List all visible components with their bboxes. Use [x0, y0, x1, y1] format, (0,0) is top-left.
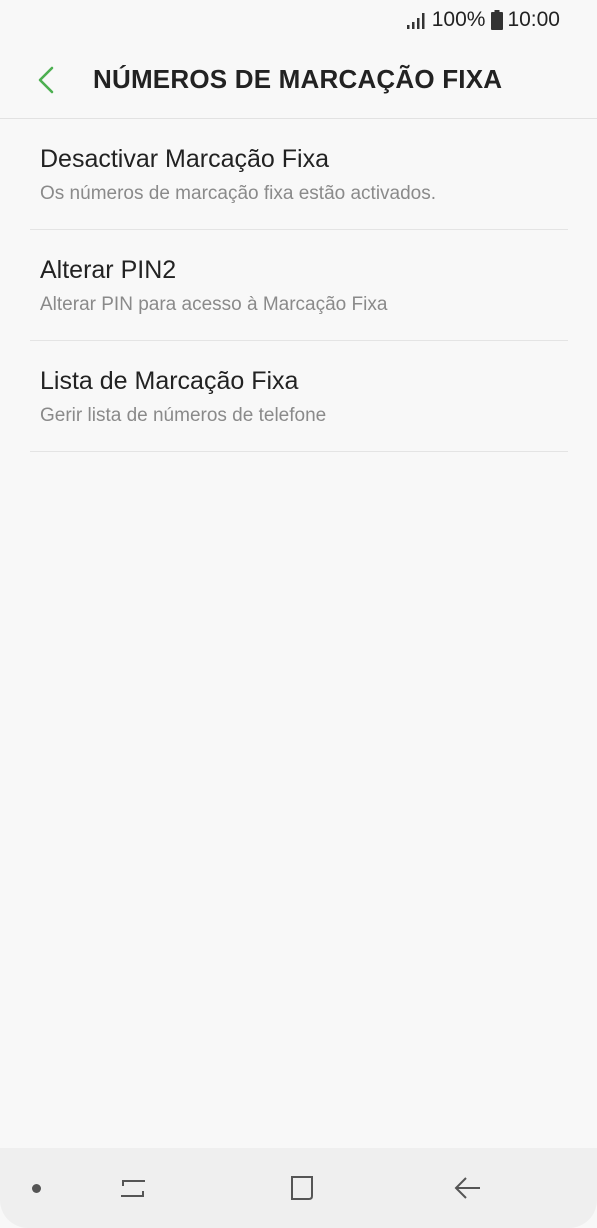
item-subtitle: Gerir lista de números de telefone	[40, 405, 327, 426]
screen: 100% 10:00 NÚMEROS DE MARCAÇÃO FIXA Desa…	[0, 0, 597, 1228]
status-bar: 100% 10:00	[0, 0, 597, 40]
status-indicators: 100% 10:00	[406, 7, 560, 33]
battery-icon	[491, 10, 504, 30]
item-title: Desactivar Marcação Fixa	[40, 145, 329, 173]
page-title: NÚMEROS DE MARCAÇÃO FIXA	[93, 64, 503, 94]
recents-icon	[121, 1180, 145, 1197]
list-item-fdn-list[interactable]: Lista de Marcação Fixa Gerir lista de nú…	[30, 341, 568, 452]
item-title: Lista de Marcação Fixa	[40, 367, 299, 395]
battery-percent: 100%	[431, 8, 486, 31]
nav-back-button[interactable]	[448, 1170, 488, 1206]
app-header: NÚMEROS DE MARCAÇÃO FIXA	[0, 40, 597, 119]
back-button[interactable]	[28, 60, 64, 100]
home-button[interactable]	[282, 1170, 322, 1206]
item-subtitle: Alterar PIN para acesso à Marcação Fixa	[40, 294, 388, 315]
signal-icon	[406, 13, 425, 29]
home-icon	[291, 1176, 313, 1200]
chevron-left-icon	[38, 66, 54, 94]
settings-list: Desactivar Marcação Fixa Os números de m…	[30, 119, 568, 452]
recents-button[interactable]	[113, 1170, 153, 1206]
list-item-change-pin2[interactable]: Alterar PIN2 Alterar PIN para acesso à M…	[30, 230, 568, 341]
clock: 10:00	[507, 8, 560, 31]
nav-dot-icon[interactable]	[32, 1184, 41, 1193]
navigation-bar	[0, 1148, 597, 1228]
list-item-disable-fdn[interactable]: Desactivar Marcação Fixa Os números de m…	[30, 119, 568, 230]
item-subtitle: Os números de marcação fixa estão activa…	[40, 183, 437, 204]
item-title: Alterar PIN2	[40, 256, 177, 284]
back-arrow-icon	[454, 1177, 480, 1199]
